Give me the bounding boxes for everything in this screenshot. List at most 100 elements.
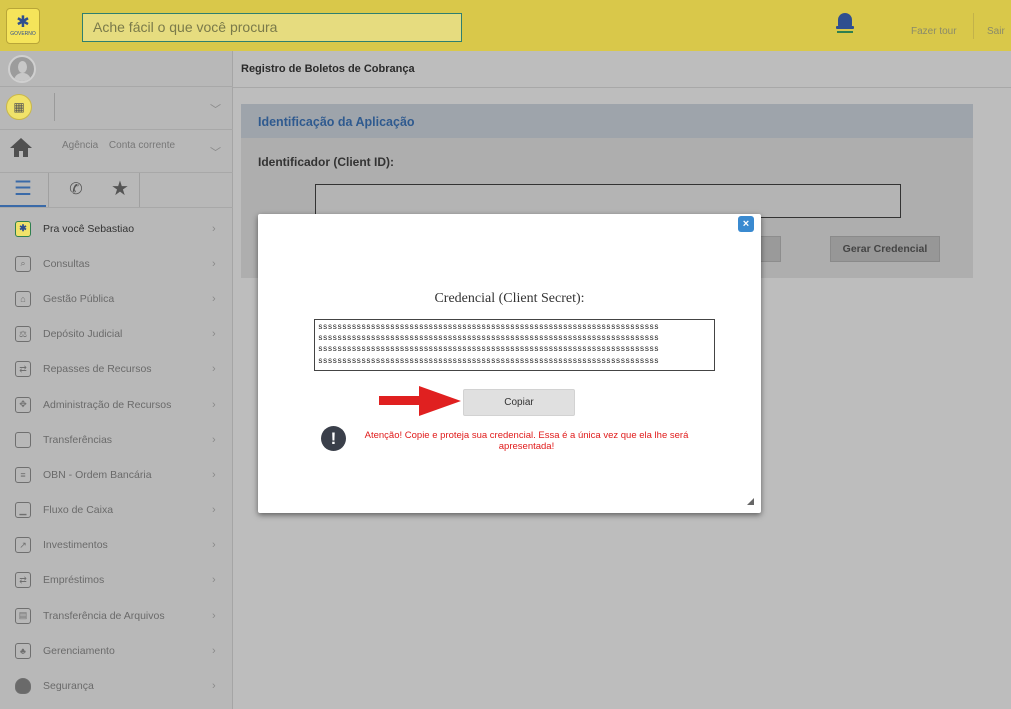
files-icon: ▤ (15, 607, 31, 624)
top-bar: ✱ GOVERNO Ache fácil o que você procura … (0, 0, 1011, 51)
exclamation-icon: ! (321, 426, 346, 451)
sidebar-item-label: Gestão Pública (43, 292, 115, 305)
chevron-down-icon[interactable]: ﹀ (210, 144, 221, 160)
phone-tab-icon[interactable]: ✆ (56, 173, 96, 207)
bell-icon[interactable] (836, 11, 854, 35)
account-label: Conta corrente (108, 140, 176, 151)
client-id-label: Identificador (Client ID): (258, 155, 394, 169)
sidebar-item-label: Pra você Sebastiao (43, 222, 135, 235)
company-selector[interactable]: ▦ ﹀ (0, 91, 233, 127)
sidebar-item-gerenciamento[interactable]: ♣ Gerenciamento › (0, 633, 233, 668)
exit-link[interactable]: Sair (987, 26, 1005, 37)
sidebar-item-label: Consultas (43, 257, 90, 270)
line-chart-icon: ↗ (15, 537, 31, 554)
sidebar-item-gestao-publica[interactable]: ⌂ Gestão Pública › (0, 281, 233, 316)
divider (973, 13, 974, 39)
document-icon: ≡ (15, 466, 31, 483)
sidebar-item-label: OBN - Ordem Bancária (43, 468, 152, 481)
client-id-field[interactable] (315, 184, 901, 218)
chevron-right-icon: › (212, 398, 216, 411)
shield-icon (15, 678, 31, 695)
chevron-right-icon: › (212, 644, 216, 657)
flag-icon: ✱ (15, 220, 31, 237)
credential-modal: × Credencial (Client Secret): ssssssssss… (258, 214, 761, 513)
tour-link[interactable]: Fazer tour (911, 26, 957, 37)
divider (54, 93, 55, 121)
secret-line: ssssssssssssssssssssssssssssssssssssssss… (318, 323, 659, 332)
org-chart-icon: ♣ (15, 642, 31, 659)
sidebar-item-deposito-judicial[interactable]: ⚖ Depósito Judicial › (0, 317, 233, 352)
client-secret-field[interactable]: ssssssssssssssssssssssssssssssssssssssss… (314, 319, 715, 371)
close-icon[interactable]: × (738, 216, 754, 232)
governo-logo[interactable]: ✱ GOVERNO (6, 8, 40, 44)
search-doc-icon: ⌕ (15, 255, 31, 272)
gear-shield-icon: ✥ (15, 396, 31, 413)
warning-message: Atenção! Copie e proteja sua credencial.… (364, 430, 689, 452)
sidebar-item-label: Depósito Judicial (43, 328, 123, 341)
page-header: Registro de Boletos de Cobrança (233, 51, 1011, 88)
sidebar-item-transferencias[interactable]: Transferências › (0, 422, 233, 457)
area-chart-icon: ▁ (15, 502, 31, 519)
transfer-icon (15, 431, 31, 448)
modal-title: Credencial (Client Secret): (434, 291, 585, 306)
chevron-right-icon: › (212, 433, 216, 446)
logo-icon: ✱ (16, 14, 30, 31)
chevron-right-icon: › (212, 257, 216, 270)
sidebar-item-obn[interactable]: ≡ OBN - Ordem Bancária › (0, 457, 233, 492)
chevron-right-icon: › (212, 328, 216, 341)
sidebar-item-consultas[interactable]: ⌕ Consultas › (0, 246, 233, 281)
generate-credential-button[interactable]: Gerar Credencial (830, 236, 940, 262)
account-selector[interactable]: Agência Conta corrente ﹀ (0, 129, 233, 169)
logo-text: GOVERNO (10, 31, 36, 37)
chevron-right-icon: › (212, 574, 216, 587)
sidebar-item-transf-arquivos[interactable]: ▤ Transferência de Arquivos › (0, 598, 233, 633)
search-input[interactable]: Ache fácil o que você procura (82, 13, 462, 42)
chevron-right-icon: › (212, 292, 216, 305)
chevron-right-icon: › (212, 222, 216, 235)
secret-line: ssssssssssssssssssssssssssssssssssssssss… (318, 345, 659, 355)
sidebar-item-label: Fluxo de Caixa (43, 504, 114, 517)
sidebar-item-label: Transferências (43, 433, 113, 446)
sidebar-item-label: Gerenciamento (43, 644, 115, 657)
bank-icon: ⌂ (15, 290, 31, 307)
sidebar: ▦ ﹀ Agência Conta corrente ﹀ ☰ ✆ ★ ✱ Pra… (0, 51, 233, 709)
avatar[interactable] (8, 55, 36, 83)
agency-label: Agência (62, 140, 99, 151)
sidebar-item-label: Administração de Recursos (43, 398, 172, 411)
resize-handle-icon[interactable] (747, 498, 754, 505)
sidebar-item-repasses[interactable]: ⇄ Repasses de Recursos › (0, 352, 233, 387)
transfer-docs-icon: ⇄ (15, 361, 31, 378)
card-header: Identificação da Aplicação (241, 104, 973, 138)
sidebar-menu: ✱ Pra você Sebastiao › ⌕ Consultas › ⌂ G… (0, 211, 233, 704)
sidebar-item-label: Segurança (43, 680, 94, 693)
chevron-right-icon: › (212, 468, 216, 481)
scale-icon: ⚖ (15, 326, 31, 343)
arrow-right-icon (379, 386, 461, 416)
company-icon: ▦ (6, 94, 32, 120)
account-labels: Agência Conta corrente (62, 140, 183, 151)
sidebar-item-fluxo-caixa[interactable]: ▁ Fluxo de Caixa › (0, 493, 233, 528)
sidebar-item-pra-voce[interactable]: ✱ Pra você Sebastiao › (0, 211, 233, 246)
secret-line: ssssssssssssssssssssssssssssssssssssssss… (318, 356, 659, 366)
chevron-down-icon[interactable]: ﹀ (210, 101, 221, 117)
page-title: Registro de Boletos de Cobrança (241, 63, 415, 75)
sidebar-item-label: Empréstimos (43, 574, 105, 587)
sidebar-item-label: Repasses de Recursos (43, 363, 152, 376)
sidebar-item-label: Investimentos (43, 539, 108, 552)
sidebar-item-administracao[interactable]: ✥ Administração de Recursos › (0, 387, 233, 422)
chevron-right-icon: › (212, 363, 216, 376)
sidebar-tabs: ☰ ✆ ★ (0, 172, 233, 208)
user-row (0, 51, 233, 87)
copy-button[interactable]: Copiar (463, 389, 575, 416)
menu-tab-icon[interactable]: ☰ (0, 173, 46, 207)
sidebar-item-seguranca[interactable]: Segurança › (0, 668, 233, 703)
favorites-tab-icon[interactable]: ★ (100, 173, 140, 207)
sidebar-item-investimentos[interactable]: ↗ Investimentos › (0, 528, 233, 563)
sidebar-item-label: Transferência de Arquivos (43, 609, 165, 622)
card-title: Identificação da Aplicação (258, 115, 415, 129)
loan-icon: ⇄ (15, 572, 31, 589)
chevron-right-icon: › (212, 504, 216, 517)
secret-line: ssssssssssssssssssssssssssssssssssssssss… (318, 334, 659, 344)
chevron-right-icon: › (212, 609, 216, 622)
sidebar-item-emprestimos[interactable]: ⇄ Empréstimos › (0, 563, 233, 598)
